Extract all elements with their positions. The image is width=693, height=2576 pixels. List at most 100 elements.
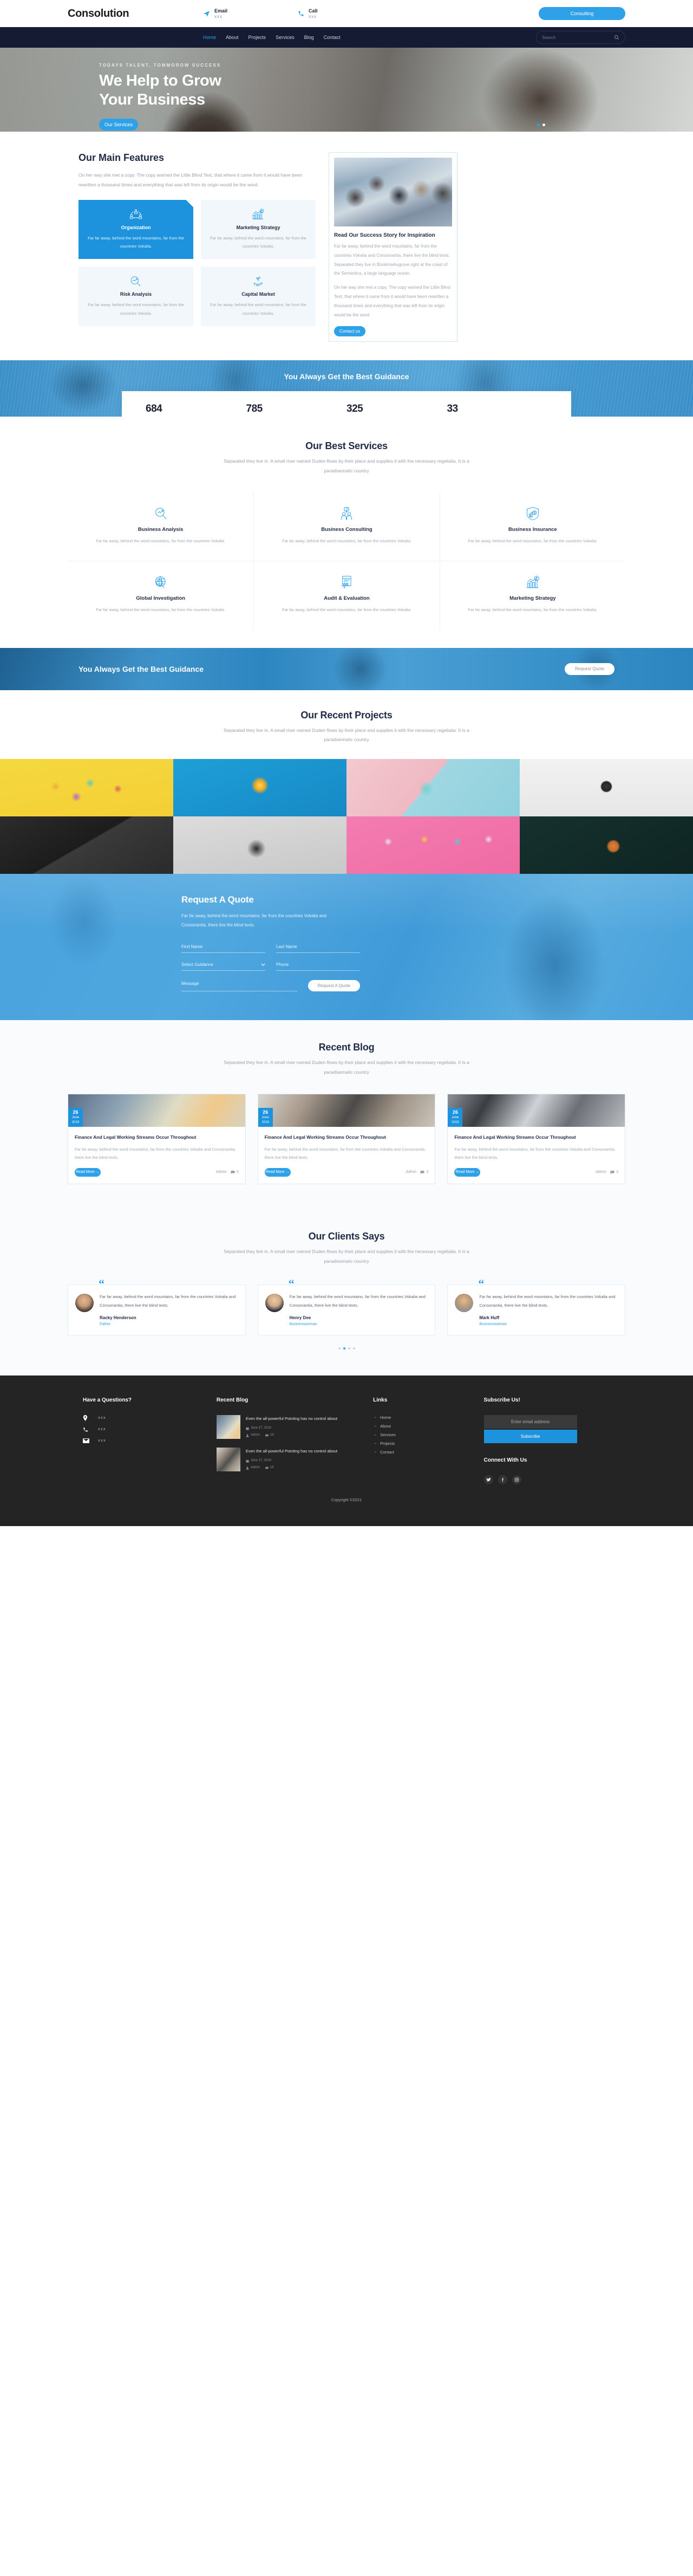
project-tile[interactable]	[346, 759, 520, 817]
project-tile[interactable]	[520, 759, 693, 817]
subscribe-email-input[interactable]	[483, 1414, 577, 1429]
search-input[interactable]: Search	[536, 31, 625, 44]
success-story-card: Read Our Success Story for Inspiration F…	[329, 152, 457, 342]
last-name-field[interactable]: Last Name	[276, 944, 360, 953]
nav-item-blog[interactable]: Blog	[304, 35, 314, 40]
nav-item-contact[interactable]: Contact	[324, 35, 341, 40]
message-field[interactable]: Message	[181, 980, 297, 991]
nav-menu: Home About Projects Services Blog Contac…	[203, 35, 341, 40]
blog-title[interactable]: Finance And Legal Working Streams Occur …	[75, 1133, 239, 1141]
nav-item-projects[interactable]: Projects	[249, 35, 266, 40]
project-tile[interactable]	[173, 759, 346, 817]
shield-dollar-icon	[454, 507, 611, 521]
subscribe-button[interactable]: Subscribe	[483, 1429, 577, 1443]
our-services-button[interactable]: Our Services	[99, 118, 138, 131]
features-paragraph: On her way she met a copy. The copy warn…	[79, 172, 302, 188]
feature-card-risk-analysis[interactable]: Risk Analysis Far far away, behind the w…	[79, 267, 193, 327]
testimonial-carousel-dots[interactable]	[68, 1347, 625, 1349]
project-tile[interactable]	[173, 816, 346, 874]
blog-author: Admin	[215, 1170, 227, 1175]
read-more-button[interactable]: Read More →	[454, 1167, 481, 1177]
blog-month: June	[71, 1115, 79, 1119]
project-tile[interactable]	[0, 759, 173, 817]
footer-blog-item[interactable]: Even the all-powerful Pointing has no co…	[216, 1447, 360, 1471]
blog-card[interactable]: 26 June 2019 Finance And Legal Working S…	[257, 1093, 436, 1184]
blog-card[interactable]: 26 June 2019 Finance And Legal Working S…	[447, 1093, 625, 1184]
footer-link-about[interactable]: → About	[373, 1424, 470, 1429]
hero-dot-2[interactable]	[542, 124, 545, 126]
feature-card-capital-market[interactable]: Capital Market Far far away, behind the …	[201, 267, 316, 327]
site-logo[interactable]: Consolution	[68, 8, 203, 20]
testimonial-card: “ Far far away, behind the word mountain…	[257, 1278, 436, 1335]
service-card-business-analysis[interactable]: Business Analysis Far far away, behind t…	[68, 492, 254, 561]
footer-link-projects[interactable]: → Projects	[373, 1441, 470, 1446]
testimonial-name: Racky Henderson	[100, 1315, 136, 1320]
twitter-icon[interactable]	[483, 1475, 493, 1484]
project-tile[interactable]	[520, 816, 693, 874]
first-name-field[interactable]: First Name	[181, 944, 265, 953]
nav-item-about[interactable]: About	[226, 35, 239, 40]
phone-field[interactable]: Phone	[276, 962, 360, 971]
service-card-business-consulting[interactable]: Business Consulting Far far away, behind…	[253, 492, 440, 561]
nav-item-services[interactable]: Services	[276, 35, 295, 40]
testimonial-role: Father	[100, 1322, 111, 1326]
search-icon[interactable]	[614, 35, 619, 40]
feature-card-organization[interactable]: Organization Far far away, behind the wo…	[79, 200, 193, 259]
feature-title: Capital Market	[241, 291, 275, 297]
phone-icon	[298, 10, 304, 17]
topbar-call[interactable]: Call xxx	[298, 8, 393, 19]
read-more-button[interactable]: Read More →	[75, 1167, 101, 1177]
topbar-email[interactable]: Email xxx	[203, 8, 298, 19]
contact-us-button[interactable]: Contact us	[334, 326, 365, 337]
blog-title[interactable]: Finance And Legal Working Streams Occur …	[454, 1133, 618, 1141]
footer-blog-title[interactable]: Even the all-powerful Pointing has no co…	[246, 1415, 337, 1422]
best-services-section: Our Best Services Separated they live in…	[0, 417, 693, 648]
consulting-button[interactable]: Consulting	[539, 7, 625, 20]
blog-title[interactable]: Finance And Legal Working Streams Occur …	[265, 1133, 429, 1141]
footer-blog-date: June 27, 2019	[246, 1458, 337, 1464]
footer-link-home[interactable]: → Home	[373, 1415, 470, 1420]
feature-title: Organization	[121, 224, 151, 230]
testimonial-dot-4[interactable]	[352, 1347, 355, 1349]
facebook-icon[interactable]	[498, 1475, 507, 1484]
footer-blog-title[interactable]: Even the all-powerful Pointing has no co…	[246, 1448, 337, 1455]
testimonial-dot-1[interactable]	[338, 1347, 341, 1349]
blog-subtitle: Separated they live in. A small river na…	[224, 1060, 469, 1075]
testimonial-quote: Far far away, behind the word mountains,…	[100, 1294, 236, 1308]
blog-year: 2019	[71, 1120, 80, 1124]
testimonial-dot-2[interactable]	[343, 1347, 345, 1349]
read-more-button[interactable]: Read More →	[264, 1167, 291, 1177]
request-quote-button[interactable]: Request Quote	[565, 663, 614, 675]
request-quote-submit-button[interactable]: Request A Quote	[308, 979, 360, 991]
instagram-icon[interactable]	[512, 1475, 521, 1484]
avatar	[455, 1294, 474, 1313]
hero-carousel-dots[interactable]	[537, 124, 545, 126]
service-card-business-insurance[interactable]: Business Insurance Far far away, behind …	[439, 492, 625, 561]
footer-link-contact[interactable]: → Contact	[373, 1450, 470, 1455]
project-tile[interactable]	[346, 816, 520, 874]
project-tile[interactable]	[0, 816, 173, 874]
stat-projects-completed: 684 PROJECTS COMPLETED	[146, 403, 246, 417]
service-card-audit-evaluation[interactable]: Audit & Evaluation Far far away, behind …	[253, 561, 439, 630]
nav-item-home[interactable]: Home	[203, 35, 216, 40]
footer-blog-date-text: June 27, 2019	[250, 1459, 271, 1463]
blog-card[interactable]: 26 June 2019 Finance And Legal Working S…	[68, 1093, 246, 1184]
footer-link-services[interactable]: → Services	[373, 1432, 470, 1437]
services-grid: Business Analysis Far far away, behind t…	[68, 492, 625, 630]
quote-icon: “	[99, 1277, 104, 1291]
topbar-email-value: xxx	[214, 14, 223, 19]
select-guidance-dropdown[interactable]: Select Guidance	[181, 962, 265, 971]
footer-connect-heading: Connect With Us	[483, 1457, 527, 1463]
user-icon	[246, 1434, 249, 1437]
footer-link-label: Projects	[380, 1441, 395, 1446]
service-card-marketing-strategy[interactable]: Marketing Strategy Far far away, behind …	[439, 561, 625, 630]
feature-card-marketing-strategy[interactable]: Marketing Strategy Far far away, behind …	[201, 199, 316, 259]
blog-comment-count: 3	[616, 1170, 618, 1175]
blog-comments: 3	[610, 1170, 618, 1175]
footer-blog-item[interactable]: Even the all-powerful Pointing has no co…	[216, 1414, 360, 1439]
rating-review-icon	[268, 575, 425, 589]
service-card-global-investigation[interactable]: Global Investigation Far far away, behin…	[68, 561, 253, 630]
service-title: Audit & Evaluation	[324, 595, 370, 601]
hero-dot-1[interactable]	[537, 124, 540, 126]
testimonial-dot-3[interactable]	[348, 1347, 350, 1349]
